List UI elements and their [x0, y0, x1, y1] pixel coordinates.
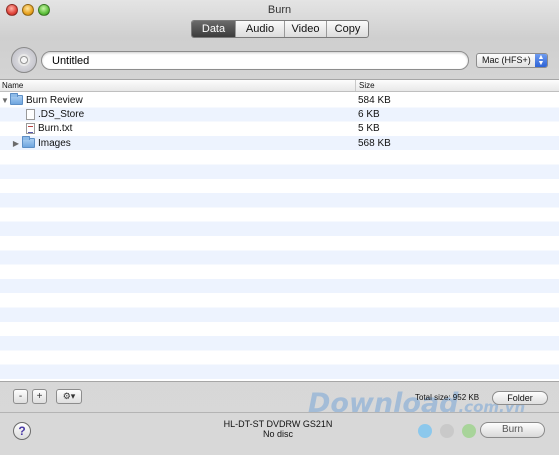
- status-dot-blue: [418, 424, 432, 438]
- tab-audio[interactable]: Audio: [236, 21, 285, 37]
- column-header-size[interactable]: Size: [356, 80, 559, 91]
- drive-name: HL-DT-ST DVDRW GS21N: [223, 419, 333, 429]
- remove-item-button[interactable]: -: [13, 389, 28, 404]
- add-item-button[interactable]: +: [32, 389, 47, 404]
- item-size: 568 KB: [358, 137, 391, 149]
- disc-icon: [11, 47, 37, 73]
- filesystem-select-value: Mac (HFS+): [482, 55, 531, 65]
- item-size: 6 KB: [358, 108, 380, 120]
- folder-icon: [10, 93, 23, 106]
- tab-data[interactable]: Data: [192, 21, 236, 37]
- item-name: Burn.txt: [38, 123, 73, 135]
- divider: [0, 412, 559, 413]
- drive-status: No disc: [262, 429, 293, 439]
- window-title: Burn: [267, 4, 292, 16]
- title-bar: Burn: [0, 0, 559, 20]
- burn-button[interactable]: Burn: [480, 422, 545, 438]
- help-button[interactable]: ?: [13, 422, 31, 440]
- gear-menu-button[interactable]: ⚙▾: [56, 389, 82, 404]
- folder-icon: [22, 136, 35, 149]
- list-header: Name Size: [0, 80, 559, 92]
- list-rows: ▼ Burn Review 584 KB .DS_Store 6 KB Burn…: [0, 93, 559, 381]
- list-item[interactable]: ▼ Burn Review 584 KB: [0, 93, 559, 107]
- list-item[interactable]: .DS_Store 6 KB: [0, 107, 559, 121]
- item-name: Images: [38, 137, 71, 149]
- item-name: .DS_Store: [38, 108, 85, 120]
- filesystem-select[interactable]: Mac (HFS+) ▲ ▼: [476, 53, 548, 68]
- burn-window: Burn Data Audio Video Copy Mac (HFS+) ▲▼…: [0, 0, 559, 455]
- column-header-name[interactable]: Name: [0, 80, 356, 91]
- tab-copy[interactable]: Copy: [327, 21, 368, 37]
- disclosure-triangle-expanded-icon[interactable]: ▼: [0, 96, 10, 105]
- item-name: Burn Review: [26, 94, 83, 106]
- list-item[interactable]: ▶ Images 568 KB: [0, 136, 559, 150]
- total-size: Total size: 952 KB: [415, 393, 480, 402]
- item-size: 5 KB: [358, 123, 380, 135]
- status-dot-green: [462, 424, 476, 438]
- disc-name-field[interactable]: [41, 51, 469, 70]
- disclosure-triangle-collapsed-icon[interactable]: ▶: [0, 139, 22, 148]
- item-size: 584 KB: [358, 94, 391, 106]
- list-item[interactable]: Burn.txt 5 KB: [0, 122, 559, 136]
- status-dot-gray: [440, 424, 454, 438]
- drive-info: HL-DT-ST DVDRW GS21N No disc: [210, 419, 346, 439]
- file-icon: [26, 108, 35, 120]
- new-folder-button[interactable]: Folder: [492, 391, 548, 405]
- text-file-icon: [26, 123, 35, 135]
- tab-video[interactable]: Video: [285, 21, 327, 37]
- mode-tabs: Data Audio Video Copy: [191, 20, 369, 38]
- file-list: Name Size ▼ Burn Review 584 KB .DS_Store…: [0, 79, 559, 382]
- select-arrows-icon: ▲ ▼: [535, 54, 547, 67]
